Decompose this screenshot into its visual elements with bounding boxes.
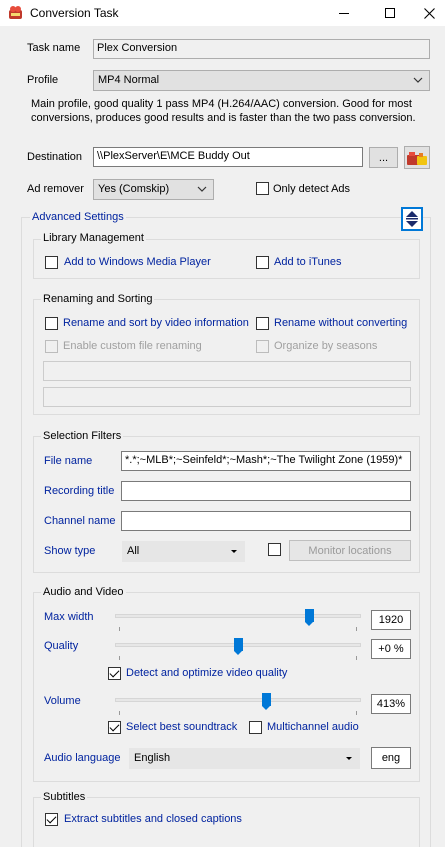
max-width-slider-thumb[interactable] — [304, 609, 314, 626]
volume-ticks — [119, 711, 357, 715]
rename-without-converting-checkbox[interactable] — [256, 317, 269, 330]
folder-icon — [407, 151, 427, 165]
maximize-button[interactable] — [367, 0, 413, 26]
quality-ticks — [119, 656, 357, 660]
profile-select[interactable]: MP4 Normal — [93, 70, 430, 91]
custom-rename-pattern-field[interactable] — [43, 361, 411, 381]
subtitles-title: Subtitles — [41, 791, 88, 803]
add-to-wmp-label: Add to Windows Media Player — [64, 256, 211, 268]
volume-label: Volume — [44, 695, 81, 707]
audio-language-select[interactable]: English — [129, 748, 360, 769]
max-width-slider-track[interactable] — [115, 614, 361, 618]
folder-button[interactable] — [404, 146, 430, 169]
show-type-selected: All — [127, 545, 140, 557]
close-button[interactable] — [413, 0, 445, 26]
file-name-filter-field[interactable]: *.*;~MLB*;~Seinfeld*;~Mash*;~The Twiligh… — [121, 451, 411, 471]
multichannel-audio-label: Multichannel audio — [267, 721, 359, 733]
library-management-title: Library Management — [41, 232, 146, 244]
quality-value[interactable]: +0 % — [371, 639, 411, 659]
best-soundtrack-label: Select best soundtrack — [126, 721, 238, 733]
rename-without-converting-label: Rename without converting — [274, 317, 408, 329]
audio-video-title: Audio and Video — [41, 586, 126, 598]
task-name-label: Task name — [27, 42, 81, 54]
task-name-field[interactable]: Plex Conversion — [93, 39, 430, 59]
chevron-down-icon — [197, 186, 207, 192]
max-width-ticks — [119, 627, 357, 631]
app-icon — [8, 5, 23, 20]
audio-language-label: Audio language — [44, 752, 121, 764]
custom-renaming-label: Enable custom file renaming — [63, 340, 202, 352]
add-to-itunes-label: Add to iTunes — [274, 256, 342, 268]
renaming-sorting-title: Renaming and Sorting — [41, 293, 155, 305]
caret-down-icon — [231, 550, 237, 553]
add-to-wmp-checkbox[interactable] — [45, 256, 58, 269]
close-icon — [423, 7, 435, 19]
max-width-label: Max width — [44, 611, 94, 623]
expand-collapse-icon — [406, 211, 418, 227]
add-to-itunes-checkbox[interactable] — [256, 256, 269, 269]
collapse-toggle-button[interactable] — [401, 207, 423, 231]
minimize-icon — [339, 12, 349, 14]
custom-renaming-checkbox[interactable] — [45, 340, 58, 353]
maximize-icon — [385, 8, 395, 18]
volume-value[interactable]: 413% — [371, 694, 411, 714]
monitor-locations-button[interactable]: Monitor locations — [289, 540, 411, 561]
rename-sort-label: Rename and sort by video information — [63, 317, 249, 329]
organize-seasons-label: Organize by seasons — [274, 340, 378, 352]
profile-description: Main profile, good quality 1 pass MP4 (H… — [31, 98, 416, 124]
caret-down-icon — [346, 757, 352, 760]
ad-remover-selected: Yes (Comskip) — [98, 183, 170, 195]
browse-button[interactable]: ... — [369, 147, 398, 168]
profile-selected: MP4 Normal — [98, 74, 160, 86]
show-type-label: Show type — [44, 545, 96, 557]
organize-seasons-checkbox[interactable] — [256, 340, 269, 353]
show-type-select[interactable]: All — [122, 541, 245, 562]
only-detect-ads-checkbox[interactable] — [256, 182, 269, 195]
extract-subtitles-checkbox[interactable] — [45, 813, 58, 826]
channel-name-field[interactable] — [121, 511, 411, 531]
destination-field[interactable]: \\PlexServer\E\MCE Buddy Out — [93, 147, 363, 167]
channel-name-label: Channel name — [44, 515, 116, 527]
minimize-button[interactable] — [321, 0, 367, 26]
best-soundtrack-checkbox[interactable] — [108, 721, 121, 734]
multichannel-audio-checkbox[interactable] — [249, 721, 262, 734]
destination-label: Destination — [27, 151, 83, 163]
ad-remover-label: Ad remover — [27, 183, 84, 195]
rename-sort-checkbox[interactable] — [45, 317, 58, 330]
window-title: Conversion Task — [30, 6, 119, 20]
audio-language-selected: English — [134, 752, 171, 764]
extract-subtitles-label: Extract subtitles and closed captions — [64, 813, 242, 825]
file-name-label: File name — [44, 455, 93, 467]
chevron-down-icon — [413, 77, 423, 83]
detect-optimize-label: Detect and optimize video quality — [126, 667, 288, 679]
custom-rename-pattern-field-2[interactable] — [43, 387, 411, 407]
ad-remover-select[interactable]: Yes (Comskip) — [93, 179, 214, 200]
max-width-value[interactable]: 1920 — [371, 610, 411, 630]
quality-label: Quality — [44, 640, 79, 652]
monitor-locations-checkbox[interactable] — [268, 543, 281, 556]
advanced-settings-title: Advanced Settings — [30, 211, 126, 223]
volume-slider-track[interactable] — [115, 698, 361, 702]
recording-title-field[interactable] — [121, 481, 411, 501]
only-detect-ads-label: Only detect Ads — [273, 183, 351, 195]
detect-optimize-checkbox[interactable] — [108, 667, 121, 680]
profile-label: Profile — [27, 74, 59, 86]
selection-filters-title: Selection Filters — [41, 430, 124, 442]
recording-title-label: Recording title — [44, 485, 115, 497]
audio-language-code[interactable]: eng — [371, 747, 411, 769]
volume-slider-thumb[interactable] — [262, 693, 272, 710]
quality-slider-thumb[interactable] — [233, 638, 243, 655]
